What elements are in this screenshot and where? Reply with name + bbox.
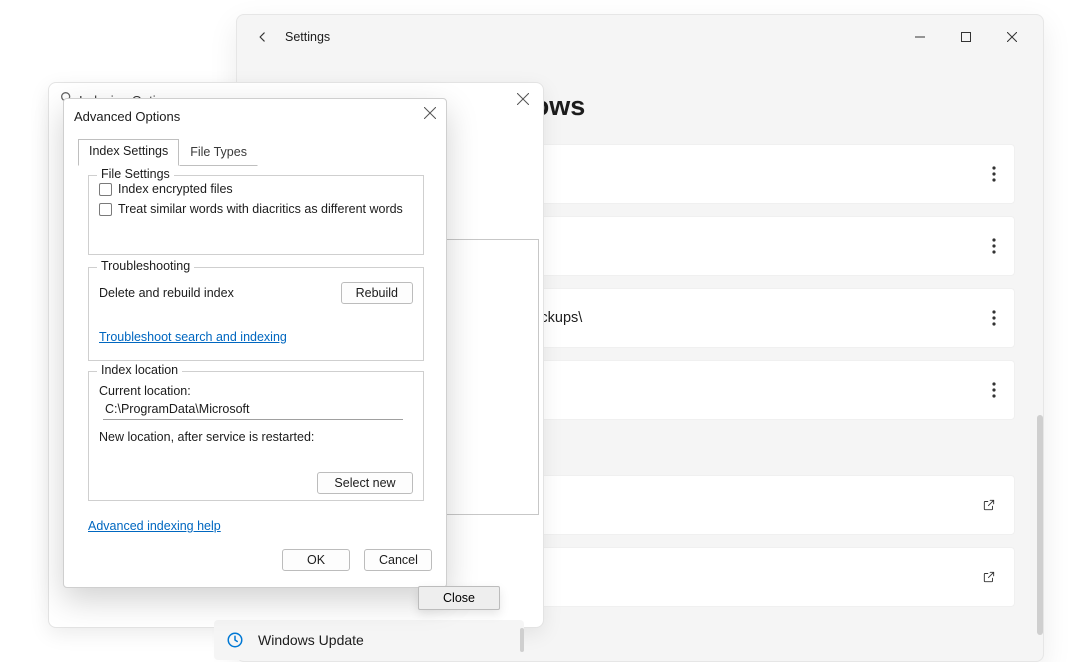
path-menu-button[interactable]	[992, 166, 996, 182]
minimize-icon	[915, 32, 925, 42]
kebab-icon	[992, 166, 996, 182]
close-icon	[517, 93, 529, 105]
file-settings-group: File Settings Index encrypted files Trea…	[88, 175, 424, 255]
settings-titlebar: Settings	[237, 15, 1043, 59]
new-location-value	[103, 448, 403, 466]
current-location-label: Current location:	[99, 384, 423, 398]
open-external-icon	[982, 498, 996, 512]
indexing-close-lower-button[interactable]: Close	[418, 586, 500, 610]
scrollbar[interactable]	[520, 628, 524, 652]
maximize-button[interactable]	[943, 21, 989, 53]
scrollbar[interactable]	[1037, 415, 1043, 635]
close-icon	[424, 107, 436, 119]
tabs: Index Settings File Types	[78, 139, 434, 166]
arrow-left-icon	[256, 30, 270, 44]
delete-rebuild-label: Delete and rebuild index	[99, 286, 234, 300]
ok-button[interactable]: OK	[282, 549, 350, 571]
diacritics-checkbox[interactable]	[99, 203, 112, 216]
advanced-options-dialog: Advanced Options Index Settings File Typ…	[63, 98, 447, 588]
advanced-indexing-help-link[interactable]: Advanced indexing help	[88, 519, 221, 533]
cancel-button[interactable]: Cancel	[364, 549, 432, 571]
kebab-icon	[992, 382, 996, 398]
current-location-value: C:\ProgramData\Microsoft	[103, 402, 403, 420]
troubleshooting-group: Troubleshooting Delete and rebuild index…	[88, 267, 424, 361]
index-encrypted-label: Index encrypted files	[118, 182, 233, 196]
index-location-group: Index location Current location: C:\Prog…	[88, 371, 424, 501]
maximize-icon	[961, 32, 971, 42]
open-external-icon	[982, 570, 996, 584]
path-menu-button[interactable]	[992, 238, 996, 254]
advanced-options-title: Advanced Options	[74, 109, 180, 124]
close-icon	[1007, 32, 1017, 42]
advanced-close-button[interactable]	[424, 107, 436, 119]
windows-update-label: Windows Update	[258, 632, 364, 648]
file-settings-legend: File Settings	[97, 167, 174, 181]
kebab-icon	[992, 238, 996, 254]
new-location-label: New location, after service is restarted…	[99, 430, 423, 444]
back-button[interactable]	[245, 30, 281, 44]
window-controls	[897, 21, 1035, 53]
sidebar-item-windows-update[interactable]: Windows Update	[214, 620, 524, 660]
path-menu-button[interactable]	[992, 382, 996, 398]
tab-file-types[interactable]: File Types	[179, 140, 258, 166]
path-menu-button[interactable]	[992, 310, 996, 326]
close-button[interactable]	[989, 21, 1035, 53]
diacritics-label: Treat similar words with diacritics as d…	[118, 202, 403, 216]
index-location-legend: Index location	[97, 363, 182, 377]
minimize-button[interactable]	[897, 21, 943, 53]
troubleshoot-search-link[interactable]: Troubleshoot search and indexing	[99, 330, 287, 344]
rebuild-button[interactable]: Rebuild	[341, 282, 413, 304]
settings-app-title: Settings	[285, 30, 330, 44]
tab-index-settings[interactable]: Index Settings	[78, 139, 179, 166]
troubleshooting-legend: Troubleshooting	[97, 259, 194, 273]
indexing-close-button[interactable]	[517, 93, 529, 105]
kebab-icon	[992, 310, 996, 326]
update-icon	[226, 631, 244, 649]
index-encrypted-checkbox[interactable]	[99, 183, 112, 196]
select-new-button[interactable]: Select new	[317, 472, 413, 494]
